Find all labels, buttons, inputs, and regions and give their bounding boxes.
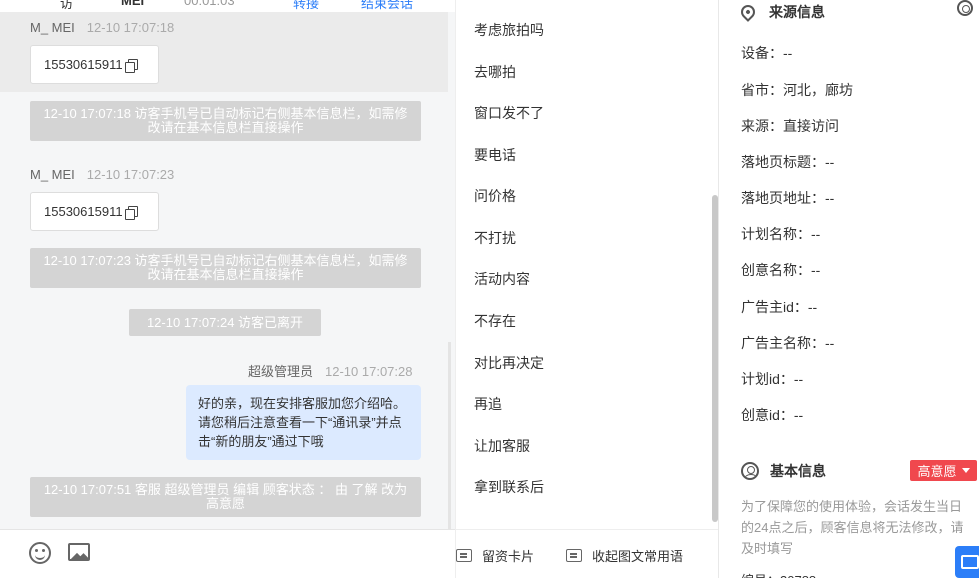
copy-icon[interactable]: [124, 205, 138, 220]
quick-phrase-item[interactable]: 问价格: [474, 186, 516, 206]
chat-input-toolbar: [0, 529, 455, 578]
info-field: 创意id：--: [741, 407, 804, 423]
quick-phrase-item[interactable]: 对比再决定: [474, 353, 544, 373]
chat-workspace: 访 MEI 00:01:03 转接 结束会话 M_ MEI 12-10 17:07…: [0, 0, 979, 578]
source-info-title: 来源信息: [769, 4, 825, 20]
caret-down-icon: [961, 468, 970, 473]
chat-header-partial: 访 MEI 00:01:03 转接 结束会话: [0, 0, 455, 12]
transfer-button[interactable]: 转接: [293, 0, 319, 12]
agent-message-meta: 超级管理员 12-10 17:07:28: [248, 361, 412, 380]
intent-status-dropdown[interactable]: 高意愿: [910, 460, 977, 481]
phone-card[interactable]: 15530615911: [30, 45, 159, 84]
quick-phrase-item[interactable]: 窗口发不了: [474, 103, 544, 123]
info-field: 计划id：--: [741, 371, 804, 387]
info-field: 设备：--: [741, 45, 793, 61]
settings-icon[interactable]: [957, 0, 973, 16]
quick-phrase-item[interactable]: 拿到联系后: [474, 477, 544, 497]
quick-phrase-item[interactable]: 再追: [474, 394, 502, 414]
info-field: 来源：直接访问: [741, 118, 839, 134]
status-change-notice: 12-10 17:07:51 客服 超级管理员 编辑 顾客状态 ： 由 了解 改…: [30, 477, 421, 517]
message-time: 12-10 17:07:18: [86, 20, 175, 35]
emoji-icon[interactable]: [29, 542, 51, 564]
session-duration: 00:01:03: [184, 0, 235, 8]
info-field: 省市：河北，廊坊: [741, 82, 853, 98]
edit-deadline-note: 为了保障您的使用体验，会话发生当日的24点之后，顾客信息将无法修改，请及时填写: [741, 499, 964, 556]
message-icon: [566, 549, 582, 562]
collapse-phrases-button[interactable]: 收起图文常用语: [566, 546, 683, 565]
phone-card[interactable]: 15530615911: [30, 192, 159, 231]
phone-number: 15530615911: [44, 57, 123, 72]
phrases-actions: 留资卡片 收起图文常用语: [456, 529, 719, 578]
chat-float-icon[interactable]: [955, 546, 979, 578]
info-field: 广告主id：--: [741, 299, 818, 315]
source-info-header: 来源信息: [738, 2, 825, 22]
quick-phrase-item[interactable]: 不存在: [474, 311, 516, 331]
chat-scrollbar[interactable]: [448, 342, 451, 529]
collapse-phrases-label: 收起图文常用语: [592, 549, 684, 564]
user-icon: [741, 462, 759, 480]
system-notice: 12-10 17:07:23 访客手机号已自动标记右侧基本信息栏，如需修改请在基…: [30, 248, 421, 288]
quick-phrase-item[interactable]: 不打扰: [474, 228, 516, 248]
agent-message-bubble: 好的亲，现在安排客服加您介绍哈。请您稍后注意查看一下“通讯录”并点击“新的朋友”…: [186, 385, 421, 460]
quick-phrases-panel: 考虑旅拍吗 去哪拍 窗口发不了 要电话 问价格 不打扰 活动内容 不存在 对比再…: [455, 0, 719, 578]
info-field: 落地页地址：--: [741, 190, 835, 206]
info-field: 创意名称：--: [741, 262, 821, 278]
quick-phrase-item[interactable]: 去哪拍: [474, 62, 516, 82]
info-field: 落地页标题：--: [741, 154, 835, 170]
basic-info-header: 基本信息: [741, 461, 826, 481]
location-pin-icon: [738, 2, 758, 22]
sender-name: M_ MEI: [30, 20, 75, 35]
sender-name: M_ MEI: [30, 167, 75, 182]
message-time: 12-10 17:07:28: [325, 364, 413, 379]
info-field: 广告主名称：--: [741, 335, 835, 351]
image-icon[interactable]: [68, 543, 90, 561]
quick-phrase-item[interactable]: 考虑旅拍吗: [474, 20, 544, 40]
copy-icon[interactable]: [124, 58, 138, 73]
info-field: 计划名称：--: [741, 226, 821, 242]
end-session-button[interactable]: 结束会话: [361, 0, 413, 12]
chat-panel: 访 MEI 00:01:03 转接 结束会话 M_ MEI 12-10 17:07…: [0, 0, 455, 578]
visitor-name: MEI: [121, 0, 145, 8]
message-meta: M_ MEI 12-10 17:07:23: [30, 167, 174, 182]
info-field: 编号：30788: [741, 570, 816, 578]
phone-number: 15530615911: [44, 204, 123, 219]
message-list[interactable]: M_ MEI 12-10 17:07:18 15530615911 12-10 1…: [0, 12, 455, 529]
visitor-left-notice: 12-10 17:07:24 访客已离开: [129, 309, 321, 336]
visitor-tab-label: 访: [60, 0, 74, 11]
lead-card-label: 留资卡片: [482, 549, 535, 564]
intent-status-label: 高意愿: [917, 464, 957, 479]
message-time: 12-10 17:07:23: [86, 167, 175, 182]
card-icon: [456, 549, 472, 562]
basic-info-title: 基本信息: [770, 463, 826, 479]
visitor-info-panel: 来源信息 设备：-- 省市：河北，廊坊 来源：直接访问 落地页标题：-- 落地页…: [719, 0, 979, 578]
lead-card-button[interactable]: 留资卡片: [456, 546, 534, 565]
message-meta: M_ MEI 12-10 17:07:18: [30, 20, 174, 35]
system-notice: 12-10 17:07:18 访客手机号已自动标记右侧基本信息栏，如需修改请在基…: [30, 101, 421, 141]
quick-phrase-item[interactable]: 要电话: [474, 145, 516, 165]
quick-phrase-item[interactable]: 让加客服: [474, 436, 530, 456]
agent-name: 超级管理员: [248, 364, 314, 379]
quick-phrase-item[interactable]: 活动内容: [474, 269, 530, 289]
